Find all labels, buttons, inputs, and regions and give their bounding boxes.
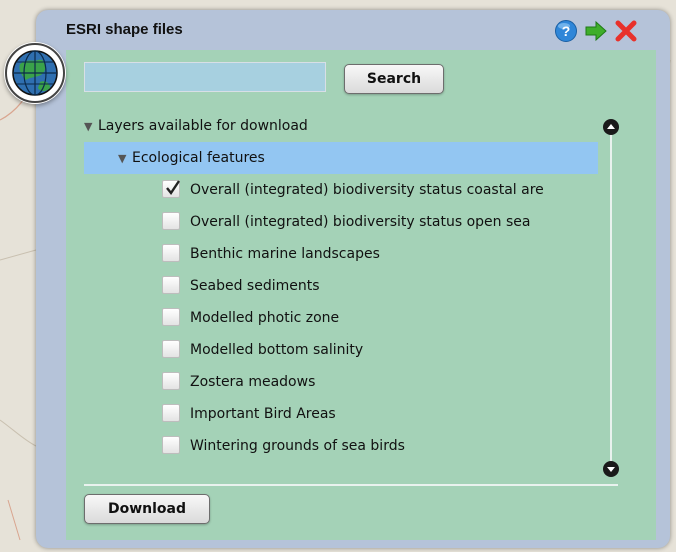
layer-tree: ▼ Layers available for download ▼ Ecologic… bbox=[84, 110, 606, 476]
checkbox[interactable] bbox=[162, 372, 180, 390]
search-input[interactable] bbox=[84, 62, 326, 92]
list-item[interactable]: Modelled photic zone bbox=[162, 302, 606, 334]
list-item[interactable]: Zostera meadows bbox=[162, 366, 606, 398]
layer-label: Overall (integrated) biodiversity status… bbox=[190, 182, 544, 198]
globe-logo-icon bbox=[4, 42, 66, 104]
svg-text:?: ? bbox=[562, 23, 571, 39]
layer-label: Important Bird Areas bbox=[190, 406, 336, 422]
layer-label: Wintering grounds of sea birds bbox=[190, 438, 405, 454]
list-item[interactable]: Seabed sediments bbox=[162, 270, 606, 302]
list-item[interactable]: Benthic marine landscapes bbox=[162, 238, 606, 270]
checkbox[interactable] bbox=[162, 244, 180, 262]
layer-label: Modelled bottom salinity bbox=[190, 342, 364, 358]
tree-group-label: Ecological features bbox=[132, 150, 265, 166]
go-arrow-icon[interactable] bbox=[584, 19, 608, 43]
list-item[interactable]: Important Bird Areas bbox=[162, 398, 606, 430]
layer-label: Modelled photic zone bbox=[190, 310, 340, 326]
content-panel: Search ▼ Layers available for download ▼ E… bbox=[66, 50, 656, 540]
expanded-triangle-icon: ▼ bbox=[118, 152, 127, 165]
tree-root-node[interactable]: ▼ Layers available for download bbox=[84, 110, 308, 142]
shape-files-dialog: ESRI shape files ? Search ▼ Layers availa… bbox=[36, 10, 670, 548]
checkbox[interactable] bbox=[162, 436, 180, 454]
checkbox[interactable] bbox=[162, 212, 180, 230]
dialog-header: ESRI shape files ? bbox=[36, 10, 670, 50]
close-icon[interactable] bbox=[614, 19, 638, 43]
search-button[interactable]: Search bbox=[344, 64, 444, 94]
help-icon[interactable]: ? bbox=[554, 19, 578, 43]
checkbox[interactable] bbox=[162, 180, 180, 198]
checkbox[interactable] bbox=[162, 308, 180, 326]
checkbox[interactable] bbox=[162, 404, 180, 422]
list-item[interactable]: Wintering grounds of sea birds bbox=[162, 430, 606, 462]
list-item[interactable]: Modelled bottom salinity bbox=[162, 334, 606, 366]
expanded-triangle-icon: ▼ bbox=[84, 120, 93, 133]
scroll-up-icon[interactable] bbox=[602, 118, 620, 136]
layer-label: Overall (integrated) biodiversity status… bbox=[190, 214, 531, 230]
list-item[interactable]: Overall (integrated) biodiversity status… bbox=[162, 206, 606, 238]
layer-label: Benthic marine landscapes bbox=[190, 246, 380, 262]
tree-root-label: Layers available for download bbox=[98, 118, 308, 134]
layer-label: Zostera meadows bbox=[190, 374, 316, 390]
scroll-down-icon[interactable] bbox=[602, 460, 620, 478]
layer-label: Seabed sediments bbox=[190, 278, 320, 294]
checkbox[interactable] bbox=[162, 276, 180, 294]
dialog-title: ESRI shape files bbox=[66, 21, 183, 38]
checkbox[interactable] bbox=[162, 340, 180, 358]
footer-divider bbox=[84, 484, 618, 486]
scrollbar-track[interactable] bbox=[610, 122, 612, 462]
download-button[interactable]: Download bbox=[84, 494, 210, 524]
tree-group-ecological-features[interactable]: ▼ Ecological features bbox=[84, 142, 598, 174]
list-item[interactable]: Overall (integrated) biodiversity status… bbox=[162, 174, 606, 206]
